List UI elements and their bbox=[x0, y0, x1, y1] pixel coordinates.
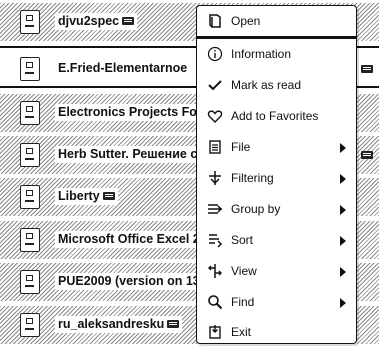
submenu-arrow-icon bbox=[340, 205, 346, 215]
menu-item-label: View bbox=[231, 264, 257, 278]
submenu-arrow-icon bbox=[340, 236, 346, 246]
search-icon bbox=[207, 294, 223, 310]
document-icon bbox=[20, 57, 40, 81]
filter-icon bbox=[207, 170, 223, 186]
document-icon bbox=[20, 143, 40, 167]
menu-item-label: Information bbox=[231, 47, 292, 61]
badge-icon bbox=[361, 151, 373, 159]
info-icon bbox=[207, 46, 223, 62]
context-menu: Open Information Mark as read Add to Fav… bbox=[196, 5, 357, 344]
document-icon bbox=[20, 185, 40, 209]
group-icon bbox=[207, 201, 223, 217]
menu-item-label: File bbox=[231, 140, 251, 154]
file-title: E.Fried-Elementarnoe bbox=[58, 61, 188, 75]
menu-item-label: Sort bbox=[231, 233, 254, 247]
menu-item-label: Open bbox=[231, 14, 261, 28]
menu-item-open[interactable]: Open bbox=[197, 6, 356, 36]
menu-item-information[interactable]: Information bbox=[197, 39, 356, 69]
submenu-arrow-icon bbox=[340, 298, 346, 308]
file-title: Microsoft Office Excel 2 bbox=[55, 231, 203, 248]
book-open-icon bbox=[207, 13, 223, 29]
document-icon bbox=[20, 228, 40, 252]
badge-icon bbox=[361, 65, 373, 73]
menu-item-label: Filtering bbox=[231, 171, 274, 185]
document-icon bbox=[20, 101, 40, 125]
heart-icon bbox=[207, 108, 223, 124]
badge-icon bbox=[102, 191, 115, 200]
submenu-arrow-icon bbox=[340, 174, 346, 184]
exit-icon bbox=[207, 324, 223, 340]
menu-item-label: Find bbox=[231, 295, 255, 309]
menu-item-sort[interactable]: Sort bbox=[197, 225, 356, 255]
sort-icon bbox=[207, 232, 223, 248]
checkmark-icon bbox=[207, 77, 223, 93]
menu-item-filtering[interactable]: Filtering bbox=[197, 163, 356, 193]
file-title: Herb Sutter. Решение с bbox=[55, 146, 201, 163]
file-title: PUE2009 (version on 13 bbox=[55, 273, 203, 290]
file-title: Electronics Projects Fo bbox=[55, 104, 200, 121]
view-icon bbox=[207, 263, 223, 279]
file-title: djvu2spec bbox=[55, 13, 138, 30]
menu-item-label: Group by bbox=[231, 202, 281, 216]
menu-item-label: Mark as read bbox=[231, 78, 302, 92]
menu-item-view[interactable]: View bbox=[197, 256, 356, 286]
document-icon bbox=[20, 270, 40, 294]
submenu-arrow-icon bbox=[340, 143, 346, 153]
document-icon bbox=[20, 10, 40, 34]
menu-item-find[interactable]: Find bbox=[197, 287, 356, 317]
submenu-arrow-icon bbox=[340, 267, 346, 277]
file-title: Liberty bbox=[55, 188, 118, 205]
menu-item-label: Add to Favorites bbox=[231, 109, 319, 123]
document-icon bbox=[20, 313, 40, 337]
badge-icon bbox=[167, 319, 180, 328]
badge-icon bbox=[122, 16, 135, 25]
menu-item-file[interactable]: File bbox=[197, 132, 356, 162]
file-icon bbox=[207, 139, 223, 155]
menu-item-group-by[interactable]: Group by bbox=[197, 194, 356, 224]
menu-item-exit[interactable]: Exit bbox=[197, 317, 356, 347]
menu-item-label: Exit bbox=[231, 325, 252, 339]
menu-item-add-to-favorites[interactable]: Add to Favorites bbox=[197, 101, 356, 131]
menu-item-mark-as-read[interactable]: Mark as read bbox=[197, 70, 356, 100]
file-title: ru_aleksandresku bbox=[55, 316, 183, 333]
